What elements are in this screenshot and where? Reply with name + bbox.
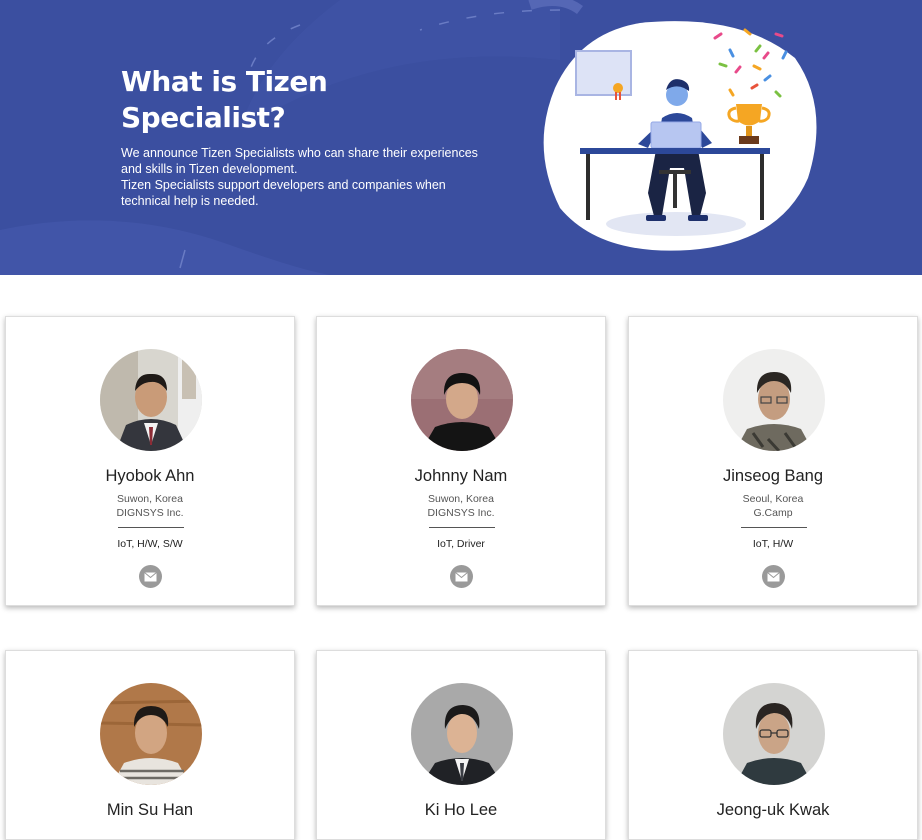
hero-title-line1: What is Tizen (121, 65, 328, 98)
specialist-tags: IoT, Driver (437, 538, 485, 550)
avatar (411, 683, 513, 785)
hero-title-line2: Specialist? (121, 101, 286, 134)
avatar (723, 683, 825, 785)
mail-icon (767, 571, 780, 581)
specialist-card: Min Su Han (5, 650, 295, 840)
specialist-name: Min Su Han (106, 801, 194, 819)
specialist-location: Suwon, Korea (428, 493, 494, 505)
avatar (723, 349, 825, 451)
avatar (100, 349, 202, 451)
mail-icon (455, 571, 468, 581)
contact-email-button[interactable] (762, 565, 785, 588)
specialist-tags: IoT, H/W (752, 538, 794, 550)
card-divider (741, 527, 807, 528)
specialist-location: Suwon, Korea (117, 493, 183, 505)
specialist-name: Ki Ho Lee (424, 801, 498, 819)
specialist-name: Jeong-uk Kwak (716, 801, 830, 819)
hero-description: We announce Tizen Specialists who can sh… (121, 145, 491, 209)
specialist-card: Hyobok Ahn Suwon, Korea DIGNSYS Inc. IoT… (5, 316, 295, 606)
specialist-tags: IoT, H/W, S/W (117, 538, 183, 550)
specialist-location: Seoul, Korea (742, 493, 804, 505)
hero-title: What is Tizen Specialist? (121, 64, 381, 136)
mail-icon (144, 571, 157, 581)
hero-banner: What is Tizen Specialist? We announce Ti… (0, 0, 922, 275)
hero-description-line2: Tizen Specialists support developers and… (121, 178, 446, 208)
contact-email-button[interactable] (450, 565, 473, 588)
hero-description-line1: We announce Tizen Specialists who can sh… (121, 146, 478, 176)
specialist-name: Hyobok Ahn (105, 467, 195, 485)
avatar (100, 683, 202, 785)
specialist-name: Jinseog Bang (723, 467, 823, 485)
specialist-card: Jinseog Bang Seoul, Korea G.Camp IoT, H/… (628, 316, 918, 606)
specialist-card: Ki Ho Lee (316, 650, 606, 840)
specialist-company: DIGNSYS Inc. (427, 507, 495, 519)
specialist-card: Johnny Nam Suwon, Korea DIGNSYS Inc. IoT… (316, 316, 606, 606)
avatar (411, 349, 513, 451)
specialist-company: DIGNSYS Inc. (116, 507, 184, 519)
specialist-name: Johnny Nam (414, 467, 508, 485)
specialist-company: G.Camp (753, 507, 793, 519)
contact-email-button[interactable] (139, 565, 162, 588)
card-divider (429, 527, 495, 528)
specialist-card: Jeong-uk Kwak (628, 650, 918, 840)
card-divider (118, 527, 184, 528)
hero-illustration (543, 21, 817, 251)
